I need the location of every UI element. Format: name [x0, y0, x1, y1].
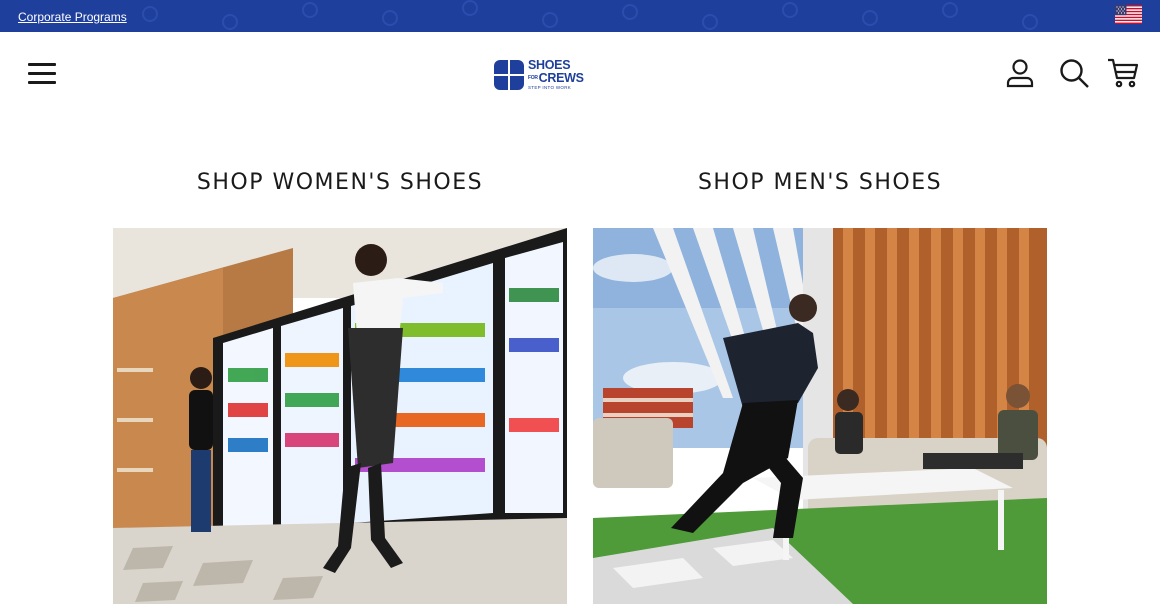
menu-icon[interactable] — [26, 60, 58, 88]
womens-photo-illustration — [113, 228, 567, 604]
logo-tagline: STEP INTO WORK — [528, 85, 572, 91]
search-icon[interactable] — [1057, 56, 1091, 90]
us-flag-icon[interactable] — [1115, 5, 1142, 24]
mens-photo-illustration — [593, 228, 1047, 604]
shop-womens-heading[interactable]: SHOP WOMEN'S SHOES — [113, 170, 567, 195]
site-header: SHOES FORCREWS STEP INTO WORK — [0, 32, 1160, 116]
womens-category-image[interactable] — [113, 228, 567, 604]
topbar-watermark-pattern — [142, 0, 1038, 30]
logo-quatrefoil-icon — [494, 60, 524, 90]
cart-icon[interactable] — [1106, 56, 1140, 90]
corporate-programs-link[interactable]: Corporate Programs — [18, 10, 127, 24]
utility-bar: Corporate Programs — [0, 0, 1160, 32]
account-icon[interactable] — [1003, 56, 1037, 90]
shop-mens-heading[interactable]: SHOP MEN'S SHOES — [593, 170, 1047, 195]
mens-category-image[interactable] — [593, 228, 1047, 604]
logo-word-crews: FORCREWS — [528, 70, 584, 85]
brand-logo[interactable]: SHOES FORCREWS STEP INTO WORK — [492, 56, 584, 94]
